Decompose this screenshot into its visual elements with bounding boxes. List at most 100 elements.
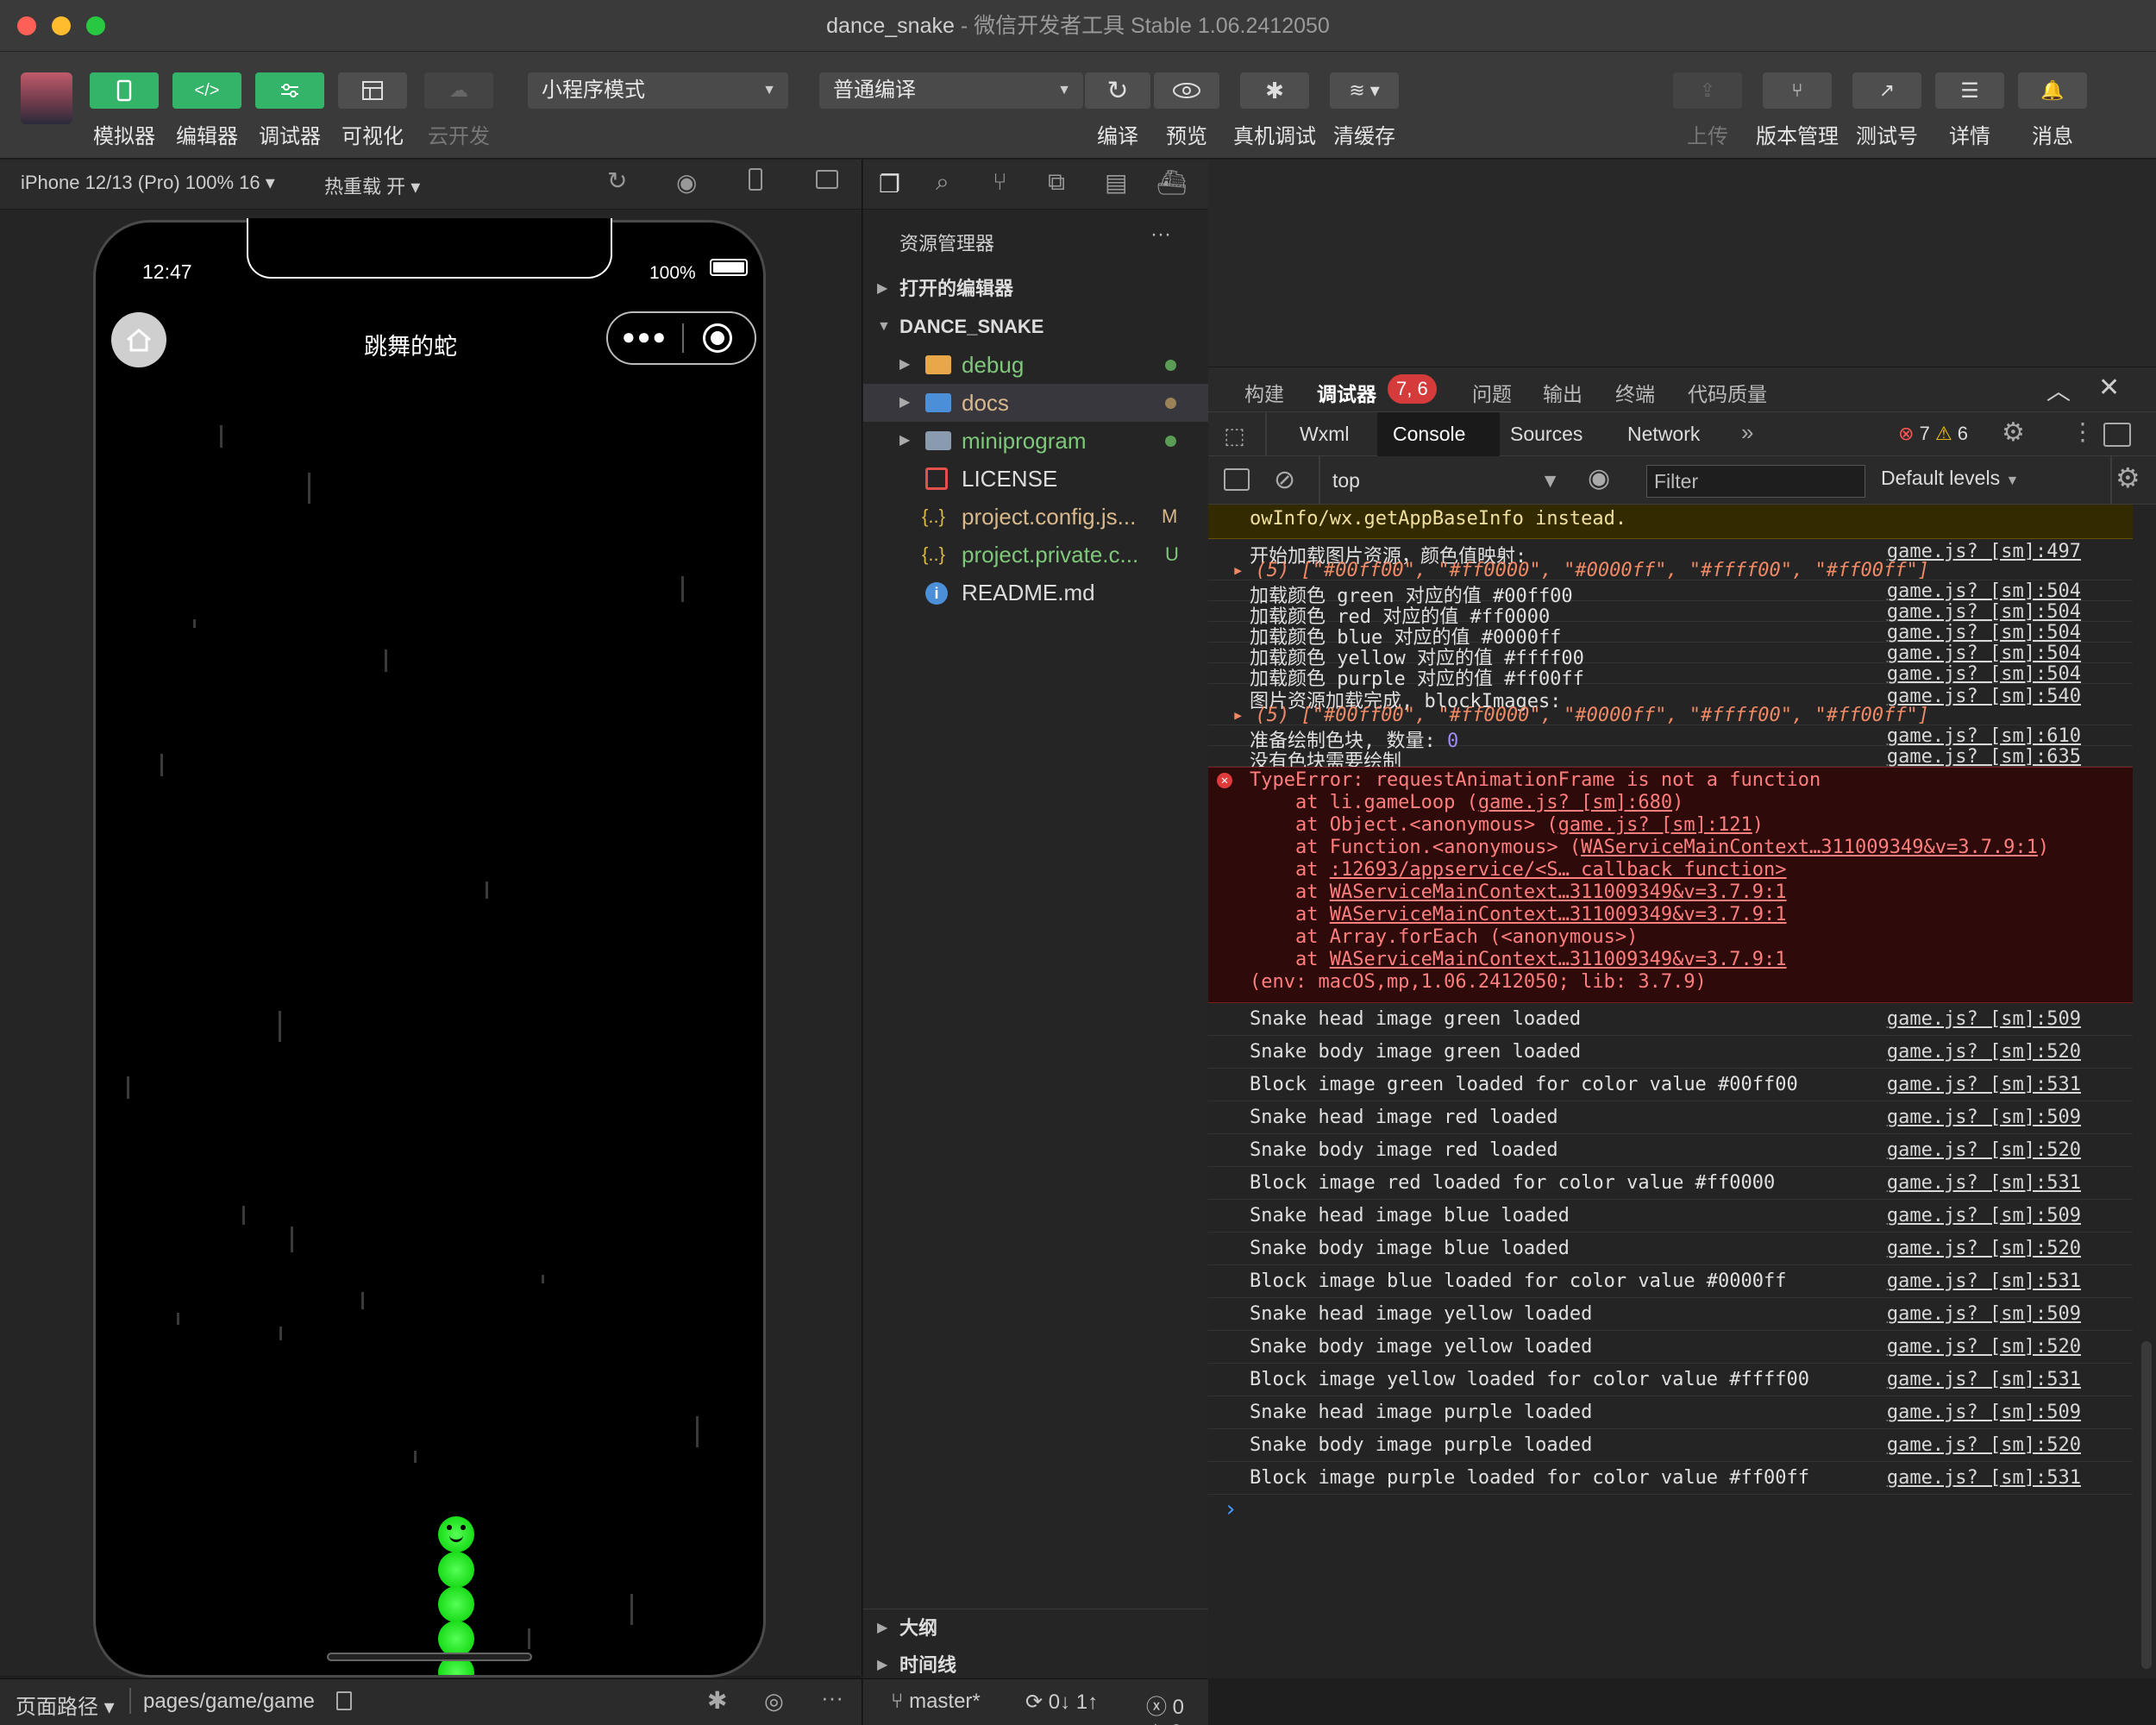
project-root[interactable]: ▼ DANCE_SNAKE — [863, 308, 1208, 346]
messages-button[interactable]: 🔔 — [2018, 72, 2087, 109]
console-settings-icon[interactable]: ⚙ — [2115, 461, 2140, 494]
console-output[interactable]: owInfo/wx.getAppBaseInfo instead. 开始加载图片… — [1208, 505, 2156, 1678]
source-link[interactable]: game.js? [sm]:520 — [1887, 1139, 2081, 1161]
close-window-button[interactable] — [17, 16, 36, 35]
tree-item-project-config[interactable]: {..} project.config.js... M — [863, 498, 1208, 536]
stack-link[interactable]: :12693/appservice/<S… callback function> — [1330, 859, 1787, 881]
upload-button[interactable]: ⇪ — [1673, 72, 1742, 109]
stack-link[interactable]: game.js? [sm]:121 — [1558, 814, 1752, 836]
files-icon[interactable]: ❐ — [879, 170, 900, 198]
branch-indicator[interactable]: ⑂ master* — [891, 1690, 981, 1714]
test-account-button[interactable]: ↗ — [1852, 72, 1921, 109]
phone-screen[interactable]: 12:47 100% 跳舞的蛇 ●●● — [93, 220, 766, 1678]
source-link[interactable]: game.js? [sm]:520 — [1887, 1434, 2081, 1456]
source-link[interactable]: game.js? [sm]:520 — [1887, 1041, 2081, 1063]
tree-item-debug[interactable]: ▶ debug — [863, 346, 1208, 384]
source-link[interactable]: game.js? [sm]:504 — [1887, 643, 2081, 664]
console-error-counter[interactable]: ⊗ 7 ⚠ 6 — [1898, 423, 1968, 445]
mode-select[interactable]: 小程序模式 ▼ — [528, 72, 788, 109]
close-panel-icon[interactable]: ✕ — [2098, 373, 2120, 403]
simulator-button[interactable] — [90, 72, 159, 109]
page-path-select[interactable]: 页面路径 ▾ — [16, 1690, 115, 1720]
source-link[interactable]: game.js? [sm]:531 — [1887, 1467, 2081, 1489]
source-link[interactable]: game.js? [sm]:509 — [1887, 1107, 2081, 1128]
settings-icon[interactable]: ⚙ — [2002, 417, 2025, 448]
source-link[interactable]: game.js? [sm]:531 — [1887, 1074, 2081, 1095]
log-levels-select[interactable]: Default levels ▼ — [1881, 467, 2019, 490]
tree-item-license[interactable]: LICENSE — [863, 460, 1208, 498]
source-link[interactable]: game.js? [sm]:520 — [1887, 1336, 2081, 1358]
source-link[interactable]: game.js? [sm]:504 — [1887, 663, 2081, 685]
minimize-window-button[interactable] — [52, 16, 71, 35]
search-icon[interactable]: ⌕ — [936, 168, 950, 197]
collapse-panel-icon[interactable]: ︿ — [2046, 373, 2071, 407]
explorer-more-icon[interactable]: ··· — [1150, 223, 1171, 247]
tab-terminal[interactable]: 终端 — [1615, 378, 1655, 407]
kebab-menu-icon[interactable]: ⋮ — [2071, 417, 2095, 446]
copy-icon[interactable] — [336, 1691, 352, 1710]
source-link[interactable]: game.js? [sm]:509 — [1887, 1402, 2081, 1423]
detach-window-icon[interactable] — [816, 170, 838, 189]
tab-output[interactable]: 输出 — [1543, 378, 1583, 407]
source-link[interactable]: game.js? [sm]:509 — [1887, 1303, 2081, 1325]
tab-wxml[interactable]: Wxml — [1300, 423, 1349, 446]
preview-button[interactable] — [1154, 72, 1219, 109]
docker-icon[interactable]: ⛴ — [1156, 168, 1188, 197]
source-link[interactable]: game.js? [sm]:509 — [1887, 1008, 2081, 1030]
tree-item-project-private[interactable]: {..} project.private.c... U — [863, 536, 1208, 574]
eye-icon[interactable]: ◎ — [764, 1688, 784, 1715]
expandable-array[interactable]: ▸ (5) ["#00ff00", "#ff0000", "#0000ff", … — [1232, 560, 1929, 581]
source-link[interactable]: game.js? [sm]:635 — [1887, 746, 2081, 768]
tab-sources[interactable]: Sources — [1510, 423, 1583, 446]
stack-link[interactable]: WAServiceMainContext…311009349&v=3.7.9:1 — [1330, 904, 1787, 925]
more-icon[interactable]: ··· — [821, 1684, 843, 1711]
more-icon[interactable]: ●●● — [622, 323, 667, 350]
tab-debugger[interactable]: 调试器 — [1317, 378, 1376, 407]
tab-console[interactable]: Console — [1377, 412, 1500, 457]
stack-link[interactable]: game.js? [sm]:680 — [1478, 792, 1672, 813]
more-tabs-icon[interactable]: » — [1741, 419, 1753, 446]
reload-icon[interactable]: ↻ — [607, 166, 627, 195]
hot-reload-toggle[interactable]: 热重载 开 ▾ — [324, 172, 420, 199]
tab-build[interactable]: 构建 — [1244, 378, 1284, 407]
clear-console-icon[interactable]: ⊘ — [1274, 465, 1295, 495]
problems-indicator[interactable]: ⓧ 0 ⚠ 0 — [1146, 1690, 1208, 1725]
device-select[interactable]: iPhone 12/13 (Pro) 100% 16 ▾ — [21, 172, 275, 194]
tree-item-docs[interactable]: ▶ docs — [863, 384, 1208, 422]
compile-mode-select[interactable]: 普通编译 ▼ — [819, 72, 1083, 109]
version-button[interactable]: ⑂ — [1763, 72, 1832, 109]
tree-item-readme[interactable]: i README.md — [863, 574, 1208, 612]
close-miniprogram-icon[interactable] — [703, 323, 732, 353]
sidebar-toggle-icon[interactable] — [1224, 468, 1250, 491]
cloud-button[interactable]: ☁ — [424, 72, 493, 109]
console-scrollbar[interactable] — [2141, 1341, 2152, 1669]
details-button[interactable]: ☰ — [1935, 72, 2004, 109]
console-prompt[interactable]: › — [1224, 1496, 1238, 1522]
tab-issues[interactable]: 问题 — [1472, 378, 1512, 407]
source-link[interactable]: game.js? [sm]:531 — [1887, 1172, 2081, 1194]
source-link[interactable]: game.js? [sm]:504 — [1887, 580, 2081, 602]
compile-button[interactable]: ↻ — [1085, 72, 1150, 109]
source-link[interactable]: game.js? [sm]:504 — [1887, 622, 2081, 643]
context-select[interactable]: top ▼ — [1332, 465, 1570, 496]
expandable-array[interactable]: ▸ (5) ["#00ff00", "#ff0000", "#0000ff", … — [1232, 705, 1929, 726]
storage-icon[interactable]: ▤ — [1105, 168, 1127, 197]
clear-cache-button[interactable]: ≋ ▾ — [1330, 72, 1399, 109]
source-control-icon[interactable]: ⑂ — [993, 168, 1007, 196]
live-expression-eye-icon[interactable]: ◉ — [1588, 463, 1610, 493]
open-editors-section[interactable]: ▶ 打开的编辑器 — [863, 270, 1208, 308]
debugger-button[interactable] — [255, 72, 324, 109]
rotate-device-icon[interactable] — [749, 168, 762, 191]
tab-code-quality[interactable]: 代码质量 — [1688, 378, 1767, 407]
home-button[interactable] — [111, 312, 166, 367]
real-debug-button[interactable]: ✱ — [1240, 72, 1309, 109]
zoom-window-button[interactable] — [86, 16, 105, 35]
sync-indicator[interactable]: ⟳ 0↓ 1↑ — [1025, 1690, 1098, 1715]
dock-side-icon[interactable] — [2103, 423, 2131, 447]
source-link[interactable]: game.js? [sm]:509 — [1887, 1205, 2081, 1226]
extensions-icon[interactable]: ⧉ — [1048, 168, 1065, 197]
avatar[interactable] — [21, 72, 72, 124]
source-link[interactable]: game.js? [sm]:531 — [1887, 1369, 2081, 1390]
outline-section[interactable]: ▶ 大纲 — [863, 1609, 1208, 1647]
stop-icon[interactable]: ◉ — [676, 168, 697, 197]
